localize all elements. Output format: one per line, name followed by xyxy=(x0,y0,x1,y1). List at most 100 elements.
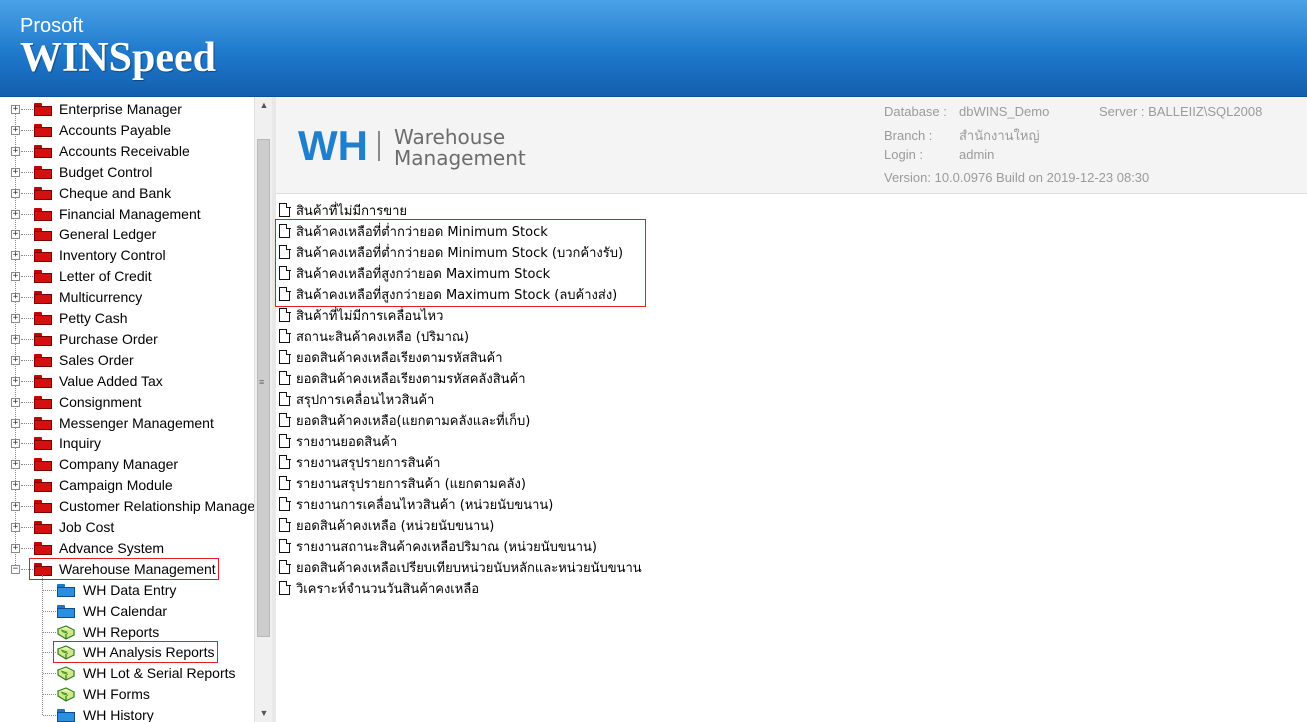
expand-icon[interactable]: + xyxy=(11,209,20,219)
tree-node-wh-1[interactable]: WH Data Entry xyxy=(0,580,254,601)
tree-node-module[interactable]: + Inventory Control xyxy=(0,245,254,266)
tree-node-module[interactable]: + Accounts Receivable xyxy=(0,141,254,162)
expand-icon[interactable]: + xyxy=(11,397,20,407)
expand-icon[interactable]: + xyxy=(11,105,20,114)
report-item[interactable]: รายงานสถานะสินค้าคงเหลือปริมาณ (หน่วยนับ… xyxy=(279,536,597,556)
collapse-icon[interactable]: − xyxy=(11,564,20,574)
expand-icon[interactable]: + xyxy=(11,523,20,532)
red-folder-icon xyxy=(34,270,52,284)
version-info: Version: 10.0.0976 Build on 2019-12-23 0… xyxy=(884,170,1150,185)
tree-node-module[interactable]: + Accounts Payable xyxy=(0,120,254,141)
tree-node-wh-2[interactable]: WH Calendar xyxy=(0,601,254,622)
tree-node-wh-3[interactable]: WH Reports xyxy=(0,622,254,643)
report-item[interactable]: ยอดสินค้าคงเหลือเรียงตามรหัสคลังสินค้า xyxy=(279,368,526,388)
red-folder-icon xyxy=(34,500,52,514)
document-icon xyxy=(279,559,291,574)
tree-node-module[interactable]: + General Ledger xyxy=(0,224,254,245)
tree-node-wh-6[interactable]: WH Forms xyxy=(0,684,254,705)
report-item[interactable]: สินค้าที่ไม่มีการเคลื่อนไหว xyxy=(279,305,443,325)
tree-connector xyxy=(21,359,33,361)
red-folder-icon xyxy=(34,103,52,116)
tree-node-label: Inventory Control xyxy=(59,247,166,264)
expand-icon[interactable]: + xyxy=(11,543,20,553)
tree-node-module[interactable]: + Financial Management xyxy=(0,204,254,225)
red-folder-icon xyxy=(34,479,52,493)
report-item[interactable]: สรุปการเคลื่อนไหวสินค้า xyxy=(279,389,434,409)
tree-node-module[interactable]: + Purchase Order xyxy=(0,329,254,350)
report-item[interactable]: ยอดสินค้าคงเหลือ(แยกตามคลังและที่เก็บ) xyxy=(279,410,530,430)
expand-icon[interactable]: + xyxy=(11,293,20,303)
report-item[interactable]: รายงานสรุปรายการสินค้า (แยกตามคลัง) xyxy=(279,473,526,493)
tree-node-module[interactable]: + Messenger Management xyxy=(0,413,254,434)
red-folder-icon xyxy=(34,249,52,263)
app-logo: Prosoft WINSpeed xyxy=(20,16,216,80)
tree-node-label: Job Cost xyxy=(59,519,115,535)
report-item[interactable]: สินค้าที่ไม่มีการขาย xyxy=(279,200,407,220)
expand-icon[interactable]: + xyxy=(11,125,20,135)
tree-node-module[interactable]: + Value Added Tax xyxy=(0,371,254,392)
report-item-label: วิเคราะห์จำนวนวันสินค้าคงเหลือ xyxy=(296,581,480,597)
red-folder-icon xyxy=(34,207,52,221)
branch-info: Branch : สำนักงานใหญ่ xyxy=(884,125,1040,146)
red-folder-icon xyxy=(34,312,52,325)
tree-node-module[interactable]: + Sales Order xyxy=(0,350,254,371)
tree-node-module[interactable]: + Job Cost xyxy=(0,517,254,538)
report-item[interactable]: วิเคราะห์จำนวนวันสินค้าคงเหลือ xyxy=(279,578,479,598)
tree-node-module[interactable]: + Multicurrency xyxy=(0,287,254,308)
report-item-label: สินค้าที่ไม่มีการขาย xyxy=(296,203,408,219)
expand-icon[interactable]: + xyxy=(11,314,20,323)
module-tree[interactable]: + Enterprise Manager + Accounts Payable + Acc… xyxy=(0,97,254,722)
red-folder-icon xyxy=(34,395,52,409)
report-item[interactable]: รายงานยอดสินค้า xyxy=(279,431,397,451)
tree-node-module[interactable]: + Company Manager xyxy=(0,454,254,475)
report-item[interactable]: รายงานสรุปรายการสินค้า xyxy=(279,452,440,472)
expand-icon[interactable]: + xyxy=(11,188,20,198)
expand-icon[interactable]: + xyxy=(11,272,20,282)
tree-connector xyxy=(21,150,33,152)
expand-icon[interactable]: + xyxy=(11,460,20,470)
expand-icon[interactable]: + xyxy=(11,502,20,512)
tree-node-module[interactable]: + Customer Relationship Management xyxy=(0,496,254,517)
login-label: Login : xyxy=(884,147,924,162)
expand-icon[interactable]: + xyxy=(11,481,20,491)
report-book-icon xyxy=(56,666,76,681)
scroll-down-button[interactable]: ▼ xyxy=(255,705,273,722)
report-item[interactable]: รายงานการเคลื่อนไหวสินค้า (หน่วยนับขนาน) xyxy=(279,494,553,514)
tree-node-module[interactable]: + Budget Control xyxy=(0,162,254,183)
expand-icon[interactable]: + xyxy=(11,167,20,177)
tree-node-label: Petty Cash xyxy=(59,310,128,326)
tree-node-module[interactable]: + Campaign Module xyxy=(0,475,254,496)
expand-icon[interactable]: + xyxy=(11,418,20,428)
expand-icon[interactable]: + xyxy=(11,251,20,261)
tree-node-module[interactable]: + Inquiry xyxy=(0,433,254,454)
expand-icon[interactable]: + xyxy=(11,334,20,344)
tree-node-module[interactable]: + Enterprise Manager xyxy=(0,99,254,120)
server-value: BALLEIIZ\SQL2008 xyxy=(1148,104,1263,119)
tree-node-wh-5[interactable]: WH Lot & Serial Reports xyxy=(0,663,254,684)
report-item[interactable]: ยอดสินค้าคงเหลือเรียงตามรหัสสินค้า xyxy=(279,347,503,367)
scroll-up-button[interactable]: ▲ xyxy=(255,97,273,114)
tree-node-label: Enterprise Manager xyxy=(59,101,182,117)
tree-node-module[interactable]: + Cheque and Bank xyxy=(0,183,254,204)
report-item[interactable]: สถานะสินค้าคงเหลือ (ปริมาณ) xyxy=(279,326,469,346)
database-value: dbWINS_Demo xyxy=(959,104,1050,119)
document-icon xyxy=(279,328,291,343)
document-icon xyxy=(279,391,291,406)
report-item[interactable]: ยอดสินค้าคงเหลือ (หน่วยนับขนาน) xyxy=(279,515,494,535)
tree-node-wh-7[interactable]: WH History xyxy=(0,705,254,722)
scroll-thumb[interactable] xyxy=(257,139,270,637)
tree-node-label: Campaign Module xyxy=(59,477,173,494)
report-item[interactable]: ยอดสินค้าคงเหลือเปรียบเทียบหน่วยนับหลักแ… xyxy=(279,557,642,577)
tree-scrollbar[interactable]: ▲ ≡ ▼ xyxy=(254,97,273,722)
expand-icon[interactable]: + xyxy=(11,355,20,365)
expand-icon[interactable]: + xyxy=(11,376,20,386)
tree-node-module[interactable]: + Advance System xyxy=(0,538,254,559)
expand-icon[interactable]: + xyxy=(11,439,20,449)
expand-icon[interactable]: + xyxy=(11,146,20,156)
tree-node-module[interactable]: + Letter of Credit xyxy=(0,266,254,287)
tree-node-module[interactable]: + Consignment xyxy=(0,392,254,413)
tree-node-module[interactable]: + Petty Cash xyxy=(0,308,254,329)
document-icon xyxy=(279,202,291,217)
expand-icon[interactable]: + xyxy=(11,230,20,240)
red-folder-icon xyxy=(34,416,52,430)
